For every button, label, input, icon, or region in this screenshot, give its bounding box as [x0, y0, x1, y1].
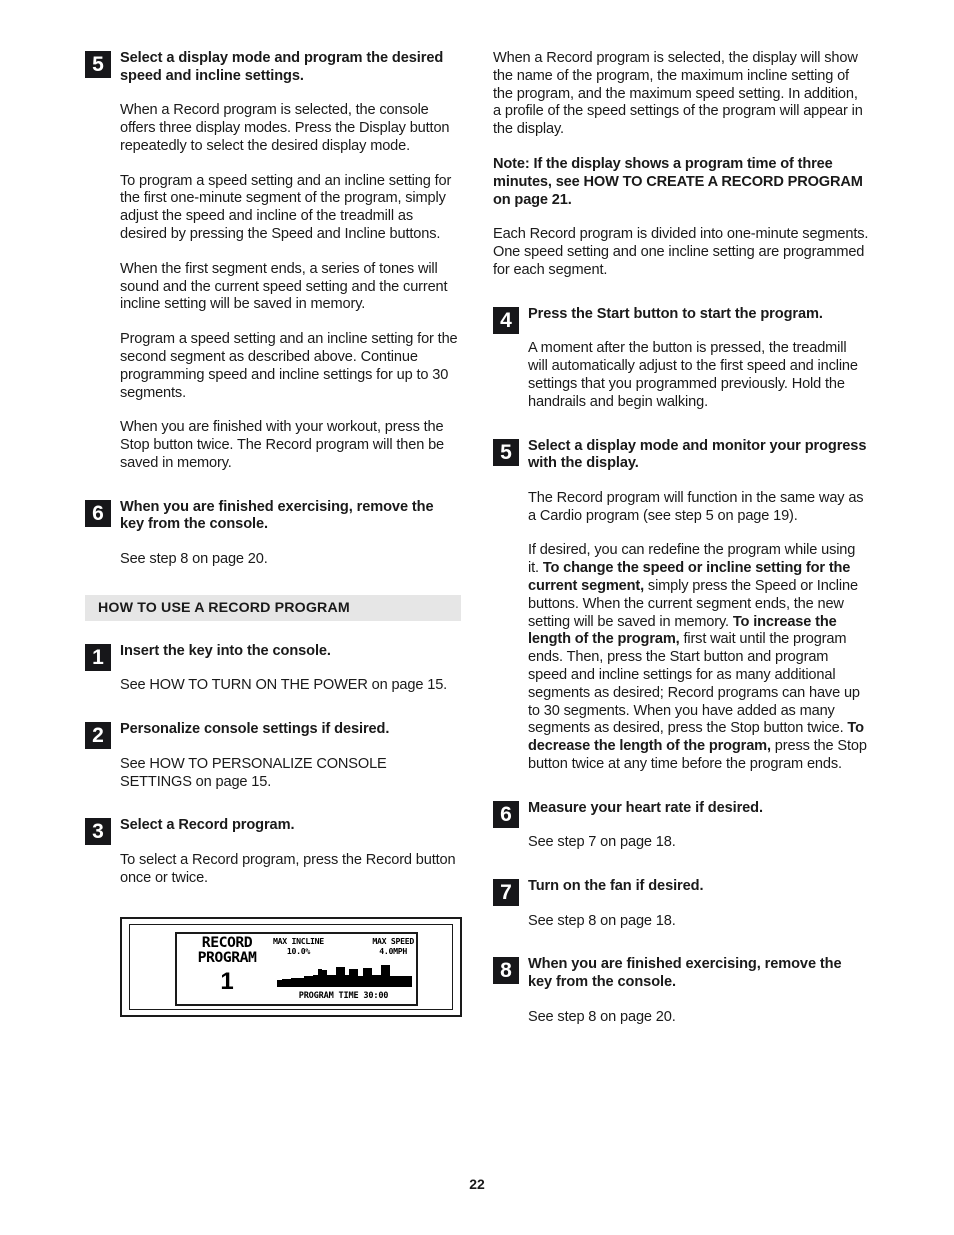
- step-8-body: See step 8 on page 20.: [493, 1009, 869, 1027]
- step-badge-6: 6: [493, 800, 519, 828]
- step-4-body: A moment after the button is pressed, th…: [493, 340, 869, 411]
- step-badge-7: 7: [493, 879, 519, 907]
- lcd-title-line-2: PROGRAM: [197, 950, 257, 967]
- page-number: 22: [469, 1176, 485, 1192]
- console-figure-wrap: RECORD PROGRAM 1 MAX INCLINE 10.0% MAX S…: [85, 917, 462, 1018]
- step-title: Measure your heart rate if desired.: [528, 799, 763, 816]
- step-title: Select a display mode and program the de…: [120, 50, 444, 84]
- step-badge-6: 6: [85, 499, 111, 527]
- paragraph: See step 8 on page 20.: [120, 550, 268, 567]
- console-illustration: RECORD PROGRAM 1 MAX INCLINE 10.0% MAX S…: [120, 917, 462, 1018]
- lcd-stats-row: MAX INCLINE 10.0% MAX SPEED 4.0MPH: [273, 937, 414, 956]
- step-1-body: See HOW TO TURN ON THE POWER on page 15.: [85, 677, 461, 695]
- lcd-max-speed: MAX SPEED 4.0MPH: [372, 937, 414, 956]
- step-3: 3 Select a Record program.: [85, 817, 461, 846]
- paragraph: See step 8 on page 18.: [528, 912, 676, 929]
- step-title: Press the Start button to start the prog…: [528, 305, 823, 322]
- step-6-left-body: See step 8 on page 20.: [85, 551, 461, 569]
- step-title: Select a display mode and monitor your p…: [528, 437, 867, 472]
- paragraph: See step 8 on page 20.: [528, 1008, 676, 1025]
- step-2-body: See HOW TO PERSONALIZE CONSOLE SETTINGS …: [85, 756, 461, 792]
- right-column: When a Record program is selected, the d…: [493, 50, 869, 1026]
- paragraph: See HOW TO PERSONALIZE CONSOLE SETTINGS …: [120, 755, 387, 790]
- lcd-program-name: RECORD PROGRAM 1: [181, 936, 273, 997]
- step-4: 4 Press the Start button to start the pr…: [493, 305, 869, 334]
- step-title: Personalize console settings if desired.: [120, 721, 390, 738]
- step-badge-8: 8: [493, 957, 519, 985]
- console-bezel: RECORD PROGRAM 1 MAX INCLINE 10.0% MAX S…: [129, 924, 453, 1011]
- step-title: Turn on the fan if desired.: [528, 878, 704, 895]
- paragraph: To program a speed setting and an inclin…: [120, 172, 452, 242]
- left-column: 5 Select a display mode and program the …: [85, 50, 462, 1018]
- paragraph: To select a Record program, press the Re…: [120, 851, 456, 886]
- step-title: When you are finished exercising, remove…: [120, 498, 434, 533]
- step-badge-5: 5: [85, 51, 111, 78]
- console-lcd-screen: RECORD PROGRAM 1 MAX INCLINE 10.0% MAX S…: [175, 932, 418, 1007]
- manual-page: 5 Select a display mode and program the …: [0, 0, 954, 1235]
- step-7-body: See step 8 on page 18.: [493, 913, 869, 931]
- step-title: Select a Record program.: [120, 817, 295, 834]
- paragraph: Each Record program is divided into one-…: [493, 226, 869, 278]
- step-6-left: 6 When you are finished exercising, remo…: [85, 499, 461, 534]
- lcd-title-line-1: RECORD: [201, 935, 253, 952]
- lcd-program-time: PROGRAM TIME 30:00: [298, 991, 389, 1002]
- step-5-right-body: The Record program will function in the …: [493, 490, 869, 774]
- step-7: 7 Turn on the fan if desired.: [493, 878, 869, 907]
- step-5-left-body: When a Record program is selected, the c…: [85, 102, 461, 473]
- paragraph: When a Record program is selected, the c…: [120, 102, 450, 154]
- paragraph: Program a speed setting and an incline s…: [120, 331, 458, 401]
- paragraph: When you are finished with your workout,…: [120, 419, 445, 471]
- step-badge-3: 3: [85, 818, 111, 846]
- lcd-speed-profile-graph: [277, 965, 412, 988]
- paragraph: The Record program will function in the …: [528, 489, 864, 524]
- step-5-left: 5 Select a display mode and program the …: [85, 50, 461, 85]
- paragraph-mixed: If desired, you can redefine the program…: [528, 542, 869, 773]
- section-heading-band: HOW TO USE A RECORD PROGRAM: [85, 594, 461, 621]
- step-badge-1: 1: [85, 643, 111, 671]
- lcd-max-speed-value: 4.0MPH: [379, 945, 408, 956]
- lcd-max-incline: MAX INCLINE 10.0%: [273, 937, 324, 956]
- paragraph: A moment after the button is pressed, th…: [528, 340, 858, 410]
- step-6-right-body: See step 7 on page 18.: [493, 834, 869, 852]
- lcd-profile-bar: [407, 976, 412, 988]
- step-3-body: To select a Record program, press the Re…: [85, 852, 461, 888]
- paragraph: When a Record program is selected, the d…: [493, 50, 863, 138]
- section-heading-label: HOW TO USE A RECORD PROGRAM: [98, 599, 350, 616]
- step-8: 8 When you are finished exercising, remo…: [493, 956, 869, 991]
- paragraph: See HOW TO TURN ON THE POWER on page 15.: [120, 677, 448, 694]
- step-2: 2 Personalize console settings if desire…: [85, 721, 461, 750]
- step-badge-4: 4: [493, 306, 519, 334]
- lcd-max-incline-value: 10.0%: [286, 945, 311, 956]
- note-paragraph: Note: If the display shows a program tim…: [493, 155, 863, 208]
- paragraph: When the first segment ends, a series of…: [120, 260, 448, 313]
- step-title: When you are finished exercising, remove…: [528, 956, 842, 991]
- step-1: 1 Insert the key into the console.: [85, 642, 461, 671]
- step-5-right: 5 Select a display mode and monitor your…: [493, 438, 869, 473]
- lcd-program-number: 1: [220, 968, 234, 996]
- paragraph: See step 7 on page 18.: [528, 834, 676, 851]
- step-6-right: 6 Measure your heart rate if desired.: [493, 799, 869, 828]
- step-badge-2: 2: [85, 722, 111, 750]
- step-badge-5: 5: [493, 438, 519, 466]
- step-title: Insert the key into the console.: [120, 642, 331, 659]
